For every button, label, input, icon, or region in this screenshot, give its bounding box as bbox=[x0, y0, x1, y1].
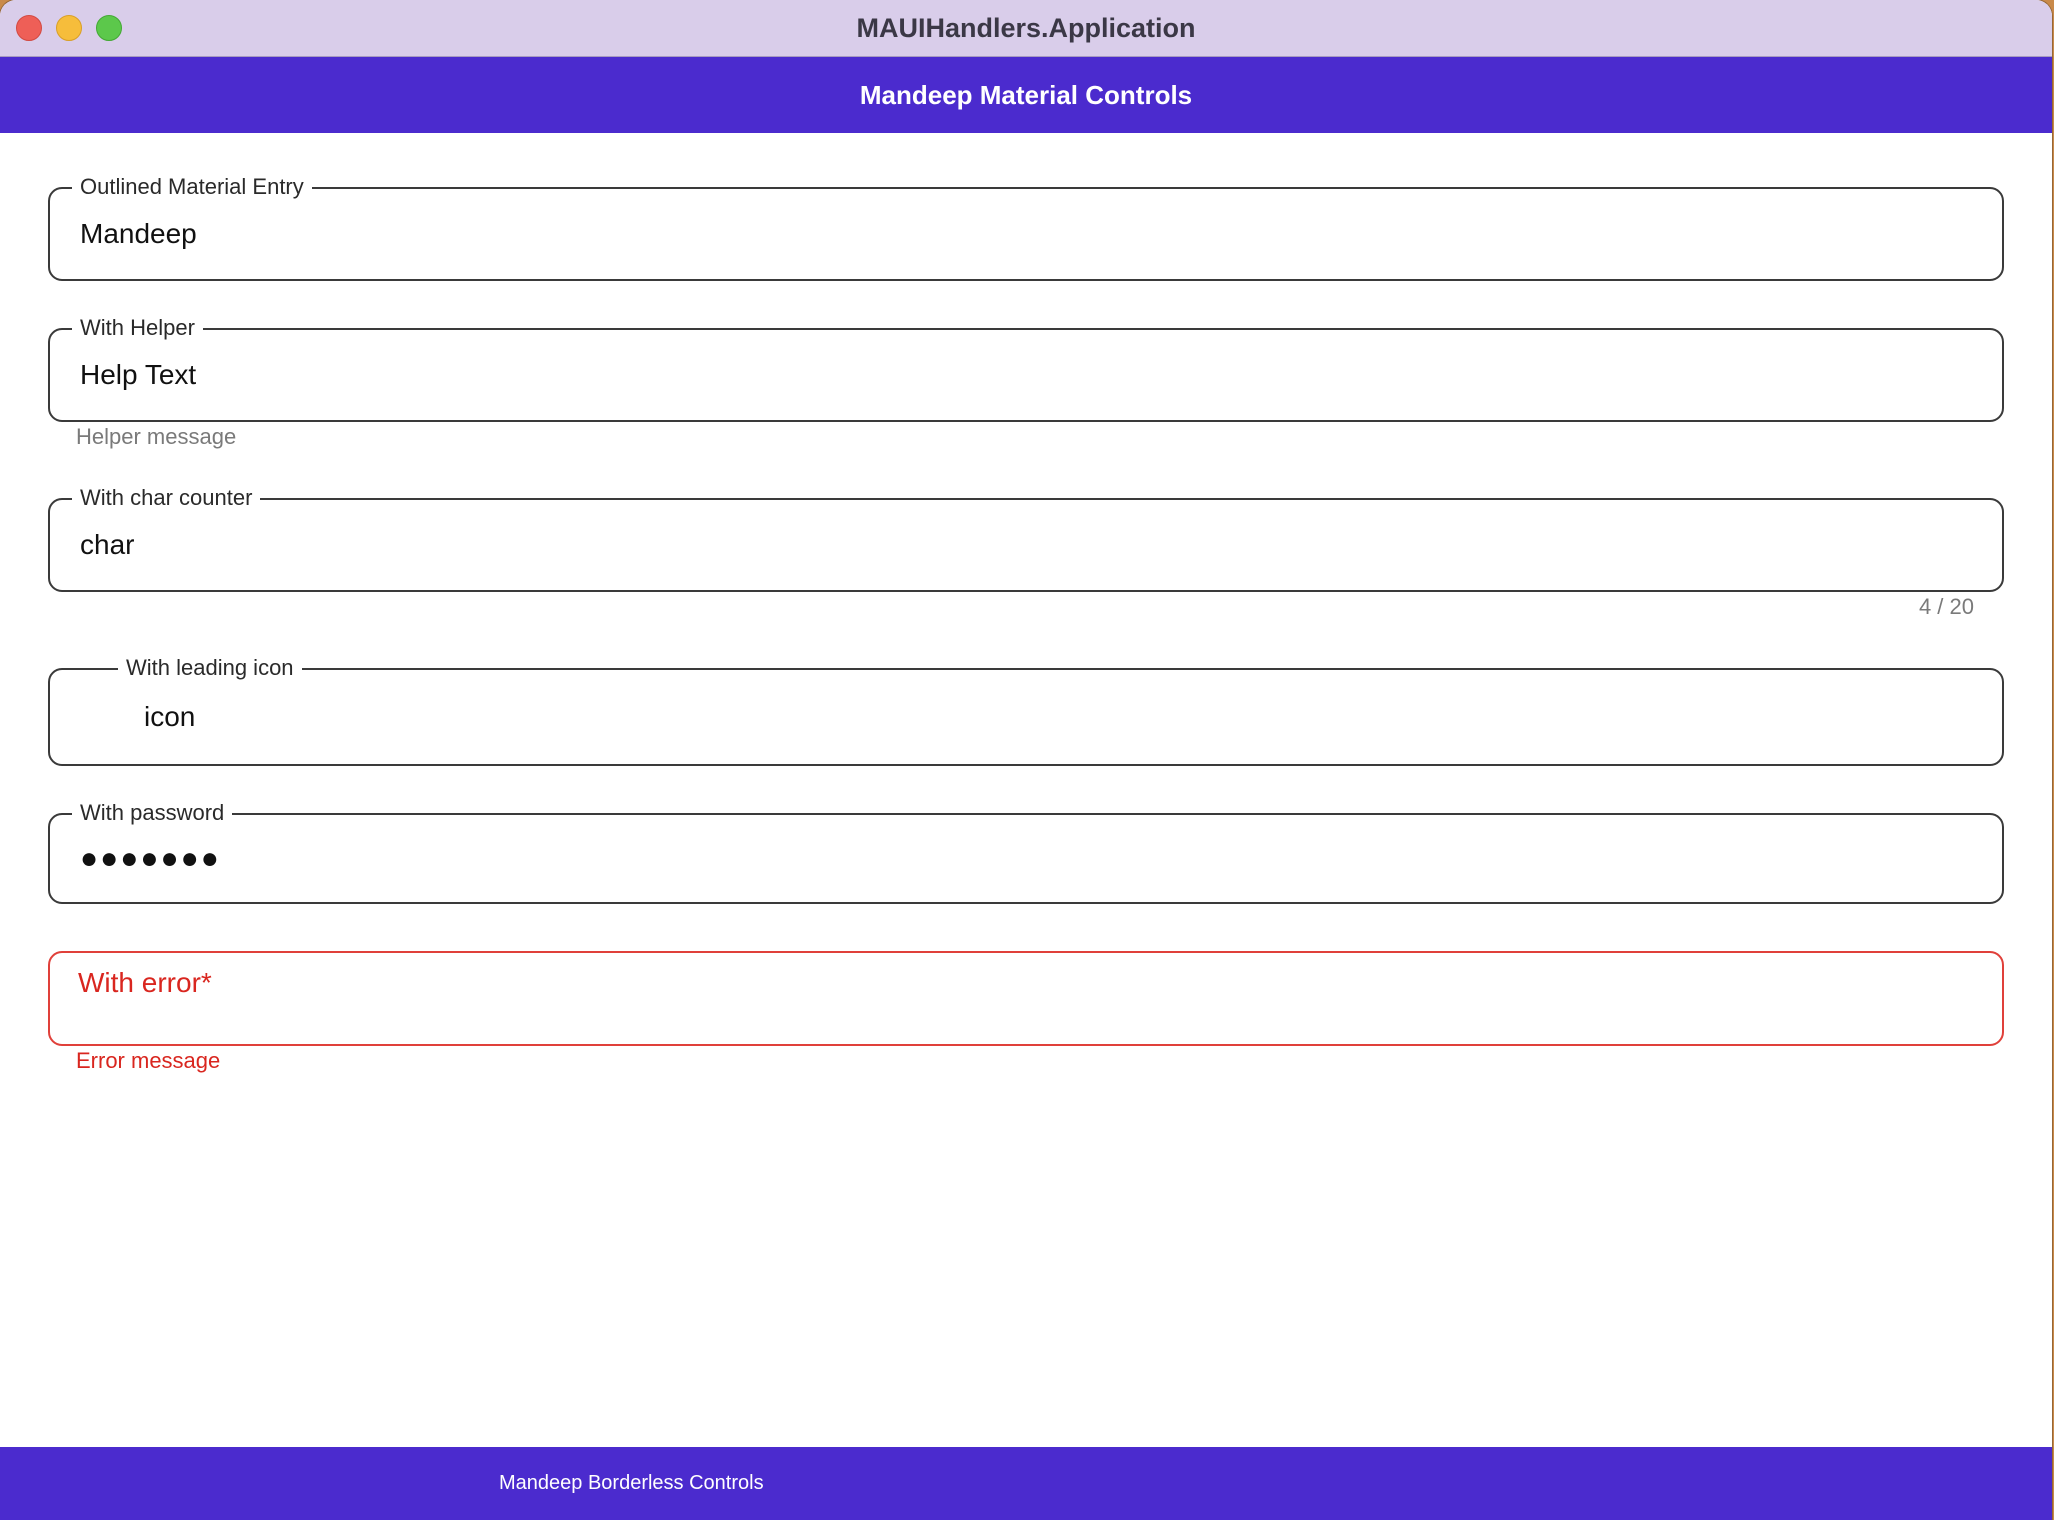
material-controls-content: Outlined Material Entry Mandeep With Hel… bbox=[0, 133, 2052, 1447]
app-window: MAUIHandlers.Application Mandeep Materia… bbox=[0, 0, 2052, 1520]
helper-entry-field[interactable]: With Helper Help Text bbox=[48, 315, 2004, 422]
char-counter: 4 / 20 bbox=[1918, 594, 1974, 619]
navigation-bar: Mandeep Material Controls bbox=[0, 57, 2052, 133]
bottom-tab-bar: Mandeep Borderless Controls bbox=[0, 1447, 2052, 1520]
outlined-entry-field[interactable]: Outlined Material Entry Mandeep bbox=[48, 174, 2004, 281]
password-entry-field[interactable]: With password ●●●●●●● bbox=[48, 800, 2004, 904]
leading-icon-entry-field[interactable]: With leading icon icon bbox=[48, 655, 2004, 766]
password-entry-value: ●●●●●●● bbox=[80, 841, 221, 875]
title-bar: MAUIHandlers.Application bbox=[0, 0, 2052, 57]
leading-icon-entry-value: icon bbox=[144, 701, 196, 732]
char-counter-entry-field[interactable]: With char counter char bbox=[48, 485, 2004, 592]
tab-borderless-controls[interactable]: Mandeep Borderless Controls bbox=[499, 1447, 764, 1520]
helper-message: Helper message bbox=[76, 424, 237, 449]
helper-entry-value: Help Text bbox=[80, 359, 197, 390]
char-counter-entry-value: char bbox=[80, 529, 135, 560]
error-entry-label: With error* bbox=[78, 967, 212, 998]
outlined-entry-value: Mandeep bbox=[80, 218, 197, 249]
page-title: Mandeep Material Controls bbox=[859, 80, 1193, 110]
error-entry-field[interactable]: With error* bbox=[48, 951, 2004, 1046]
error-message: Error message bbox=[76, 1048, 221, 1073]
window-title: MAUIHandlers.Application bbox=[856, 13, 1196, 43]
